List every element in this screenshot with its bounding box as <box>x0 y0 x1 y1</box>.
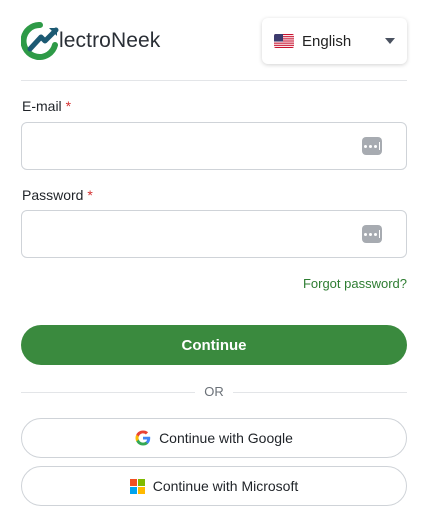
continue-with-microsoft-button[interactable]: Continue with Microsoft <box>21 466 407 506</box>
password-label: Password * <box>22 187 93 203</box>
header: lectroNeek English <box>21 18 407 68</box>
google-icon <box>135 430 151 446</box>
header-divider <box>21 80 407 81</box>
chevron-down-icon <box>385 38 395 44</box>
password-manager-icon[interactable] <box>362 225 382 243</box>
or-text: OR <box>204 384 224 399</box>
password-field-container <box>21 210 407 258</box>
email-label: E-mail * <box>22 98 72 114</box>
logo: lectroNeek <box>21 21 160 61</box>
language-label: English <box>302 32 352 50</box>
us-flag-icon <box>274 34 294 48</box>
email-field-container <box>21 122 407 170</box>
google-button-label: Continue with Google <box>159 430 293 446</box>
continue-with-google-button[interactable]: Continue with Google <box>21 418 407 458</box>
email-field[interactable] <box>32 123 352 169</box>
language-selector[interactable]: English <box>262 18 407 64</box>
continue-button[interactable]: Continue <box>21 325 407 365</box>
microsoft-button-label: Continue with Microsoft <box>152 478 299 494</box>
password-manager-icon[interactable] <box>362 137 382 155</box>
electroneek-logo-icon <box>21 22 59 60</box>
microsoft-icon <box>129 478 145 494</box>
or-divider: OR <box>21 384 407 400</box>
password-field[interactable] <box>32 211 352 257</box>
forgot-password-link[interactable]: Forgot password? <box>303 276 407 291</box>
logo-text: lectroNeek <box>59 29 161 52</box>
